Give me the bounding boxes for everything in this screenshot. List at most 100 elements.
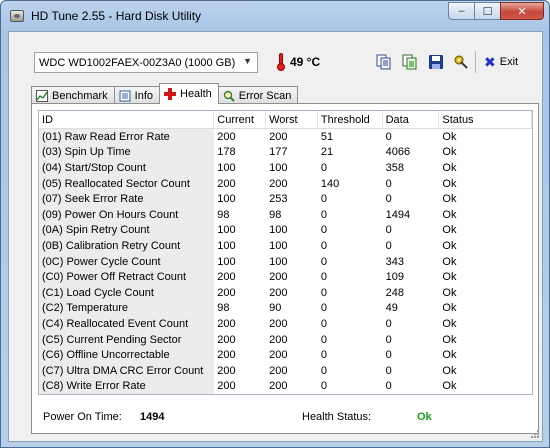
- cell-current: 178: [217, 146, 236, 159]
- table-row[interactable]: (07) Seek Error Rate 100 253 0 0 Ok: [39, 191, 532, 207]
- cell-worst: 200: [269, 364, 288, 377]
- copy-screenshot-button[interactable]: [401, 53, 419, 71]
- cell-current: 200: [217, 130, 236, 143]
- tab-benchmark[interactable]: Benchmark: [31, 86, 115, 104]
- cell-status: Ok: [442, 193, 457, 206]
- table-row[interactable]: (0A) Spin Retry Count 100 100 0 0 Ok: [39, 222, 532, 239]
- benchmark-icon: [36, 89, 48, 102]
- cell-current: 200: [217, 286, 236, 299]
- table-row[interactable]: (C2) Temperature 98 90 0 49 Ok: [39, 300, 532, 317]
- cell-worst: 253: [269, 193, 288, 206]
- app-window: HD Tune 2.55 - Hard Disk Utility – ☐ ✕ W…: [0, 0, 550, 448]
- cell-id: (C4) Reallocated Event Count: [39, 316, 215, 332]
- cell-status: Ok: [442, 333, 457, 346]
- column-header-data[interactable]: Data: [383, 111, 440, 128]
- cell-status: Ok: [442, 286, 457, 299]
- table-row[interactable]: (C8) Write Error Rate 200 200 0 0 Ok: [39, 378, 532, 394]
- cell-worst: 100: [269, 255, 288, 268]
- tab-info[interactable]: Info: [113, 86, 160, 104]
- tab-health[interactable]: Health: [159, 83, 219, 104]
- cell-data: 49: [385, 302, 398, 315]
- smart-attributes-table[interactable]: ID Current Worst Threshold Data Status (…: [38, 110, 533, 395]
- cell-current: 200: [217, 380, 236, 393]
- cell-id: (04) Start/Stop Count: [39, 160, 215, 176]
- cell-current: 100: [217, 224, 236, 237]
- table-row[interactable]: (03) Spin Up Time 178 177 21 4066 Ok: [39, 144, 532, 161]
- cell-worst: 100: [269, 239, 288, 252]
- cell-worst: 90: [269, 302, 282, 315]
- window-title: HD Tune 2.55 - Hard Disk Utility: [31, 9, 202, 23]
- table-row[interactable]: (09) Power On Hours Count 98 98 0 1494 Ok: [39, 206, 532, 223]
- cell-worst: 200: [269, 380, 288, 393]
- cell-status: Ok: [442, 161, 457, 174]
- toolbar-separator: [475, 51, 476, 73]
- close-button[interactable]: ✕: [500, 2, 544, 20]
- table-row[interactable]: (C5) Current Pending Sector 200 200 0 0 Ok: [39, 331, 532, 348]
- column-header-current[interactable]: Current: [214, 111, 267, 128]
- cell-id: (05) Reallocated Sector Count: [39, 175, 215, 192]
- tab-error-scan[interactable]: Error Scan: [217, 86, 299, 104]
- cell-id: (0A) Spin Retry Count: [39, 222, 215, 239]
- maximize-button[interactable]: ☐: [474, 2, 500, 20]
- column-header-threshold[interactable]: Threshold: [318, 111, 383, 128]
- cell-threshold: 0: [320, 271, 327, 284]
- title-bar[interactable]: HD Tune 2.55 - Hard Disk Utility – ☐ ✕: [1, 1, 549, 31]
- cell-status: Ok: [442, 208, 457, 221]
- cell-status: Ok: [442, 302, 457, 315]
- cell-current: 100: [217, 193, 236, 206]
- cell-data: 248: [385, 286, 404, 299]
- chevron-down-icon[interactable]: ▼: [243, 56, 252, 66]
- cell-threshold: 0: [320, 317, 327, 330]
- cell-data: 358: [385, 161, 404, 174]
- options-button[interactable]: [452, 53, 470, 71]
- cell-current: 200: [217, 349, 236, 362]
- cell-status: Ok: [442, 364, 457, 377]
- copy-screenshot-icon: [402, 54, 417, 70]
- cell-worst: 200: [269, 130, 288, 143]
- cell-data: 0: [385, 239, 392, 252]
- exit-button[interactable]: ✖ Exit: [484, 53, 518, 71]
- thermometer-icon: [276, 53, 286, 71]
- table-row[interactable]: (01) Raw Read Error Rate 200 200 51 0 Ok: [39, 129, 532, 145]
- tab-strip: Benchmark Info Health Error Scan: [31, 83, 299, 104]
- table-row[interactable]: (C4) Reallocated Event Count 200 200 0 0 Ok: [39, 316, 532, 332]
- error-scan-icon: [223, 90, 235, 102]
- cell-id: (C6) Offline Uncorrectable: [39, 347, 215, 363]
- health-panel: ID Current Worst Threshold Data Status (…: [31, 103, 539, 434]
- cell-status: Ok: [442, 349, 457, 362]
- copy-text-button[interactable]: [375, 53, 393, 71]
- cell-threshold: 0: [320, 380, 327, 393]
- save-icon: [429, 55, 443, 69]
- table-row[interactable]: (04) Start/Stop Count 100 100 0 358 Ok: [39, 160, 532, 176]
- cell-id: (C7) Ultra DMA CRC Error Count: [39, 362, 215, 379]
- column-header-status[interactable]: Status: [439, 111, 532, 128]
- temperature-readout: 49 °C: [290, 55, 321, 69]
- column-header-id[interactable]: ID: [39, 111, 215, 128]
- save-button[interactable]: [427, 53, 445, 71]
- table-row[interactable]: (C7) Ultra DMA CRC Error Count 200 200 0 0 Ok: [39, 362, 532, 379]
- cell-threshold: 140: [320, 177, 340, 190]
- power-on-time-value: 1494: [140, 411, 165, 423]
- client-area: WDC WD1002FAEX-00Z3A0 (1000 GB) ▼ 49 °C: [8, 31, 543, 442]
- minimize-button[interactable]: –: [448, 2, 474, 20]
- table-row[interactable]: (05) Reallocated Sector Count 200 200 140 0 O…: [39, 175, 532, 192]
- cell-id: (0C) Power Cycle Count: [39, 253, 215, 270]
- table-row[interactable]: (0B) Calibration Retry Count 100 100 0 0 Ok: [39, 238, 532, 254]
- tab-health-label: Health: [180, 88, 212, 100]
- minimize-icon: –: [458, 5, 465, 17]
- cell-threshold: 0: [320, 349, 327, 362]
- column-header-worst[interactable]: Worst: [266, 111, 318, 128]
- table-row[interactable]: (C6) Offline Uncorrectable 200 200 0 0 Ok: [39, 347, 532, 363]
- cell-data: 1494: [385, 208, 411, 221]
- table-row[interactable]: (C0) Power Off Retract Count 200 200 0 109 Ok: [39, 269, 532, 285]
- resize-grip-icon[interactable]: [530, 429, 540, 439]
- cell-status: Ok: [442, 177, 457, 190]
- cell-current: 98: [217, 208, 230, 221]
- cell-data: 0: [385, 349, 392, 362]
- cell-status: Ok: [442, 130, 457, 143]
- drive-dropdown[interactable]: WDC WD1002FAEX-00Z3A0 (1000 GB) ▼: [34, 52, 258, 73]
- table-row[interactable]: (0C) Power Cycle Count 100 100 0 343 Ok: [39, 253, 532, 270]
- cell-current: 100: [217, 239, 236, 252]
- cell-current: 200: [217, 317, 236, 330]
- table-row[interactable]: (C1) Load Cycle Count 200 200 0 248 Ok: [39, 284, 532, 301]
